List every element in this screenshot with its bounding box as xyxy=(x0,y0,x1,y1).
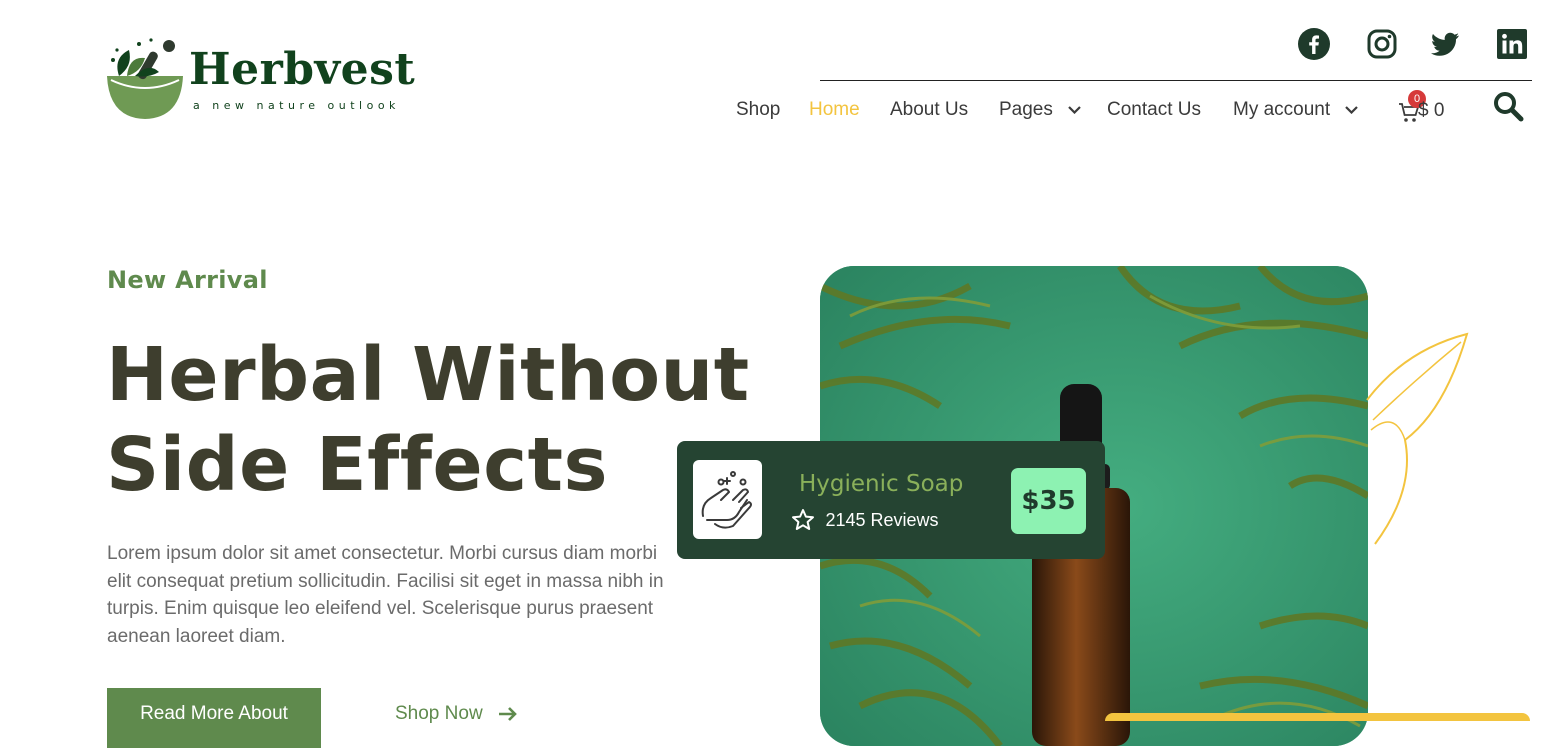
nav-item-my-account[interactable]: My account xyxy=(1233,97,1359,123)
nav-item-my-account-label: My account xyxy=(1233,99,1331,120)
logo-tagline: a new nature outlook xyxy=(193,99,400,112)
hero-eyebrow: New Arrival xyxy=(107,266,268,294)
search-icon[interactable] xyxy=(1492,90,1524,122)
cart-button[interactable]: 0 $ 0 xyxy=(1398,90,1458,126)
hero-description: Lorem ipsum dolor sit amet consectetur. … xyxy=(107,543,664,647)
cart-total: $ 0 xyxy=(1418,100,1445,121)
nav-item-home[interactable]: Home xyxy=(809,97,860,123)
product-title: Hygienic Soap xyxy=(799,471,964,497)
nav-item-pages[interactable]: Pages xyxy=(999,97,1081,123)
hero-headline-line-1: Herbal Without xyxy=(106,332,750,418)
logo-wordmark: Herbvest xyxy=(189,44,416,95)
linkedin-icon[interactable] xyxy=(1496,28,1528,60)
nav-item-contact-us[interactable]: Contact Us xyxy=(1107,97,1201,123)
chevron-down-icon xyxy=(1345,106,1359,114)
product-review-count: 2145 Reviews xyxy=(825,509,939,530)
product-reviews: 2145 Reviews xyxy=(791,508,939,532)
twitter-icon[interactable] xyxy=(1429,28,1461,60)
instagram-icon[interactable] xyxy=(1366,28,1398,60)
product-price-badge: $35 xyxy=(1011,468,1086,534)
leaf-outline-decoration xyxy=(1366,332,1469,545)
hero-headline-line-2: Side Effects xyxy=(106,422,608,508)
shop-now-label: Shop Now xyxy=(395,703,483,724)
nav-item-shop[interactable]: Shop xyxy=(736,97,780,123)
product-icon-box xyxy=(693,460,762,539)
chevron-down-icon xyxy=(1068,106,1081,114)
yellow-accent-bar xyxy=(1105,713,1530,721)
read-more-button[interactable]: Read More About xyxy=(107,688,321,748)
facebook-icon[interactable] xyxy=(1298,28,1330,60)
site-logo[interactable]: Herbvest a new nature outlook xyxy=(105,36,415,122)
featured-product-card[interactable]: Hygienic Soap 2145 Reviews $35 xyxy=(677,441,1105,559)
handwash-icon xyxy=(701,471,752,529)
nav-item-pages-label: Pages xyxy=(999,99,1053,120)
arrow-right-icon xyxy=(498,707,517,721)
nav-item-about-us[interactable]: About Us xyxy=(890,97,968,123)
shop-now-link[interactable]: Shop Now xyxy=(395,703,518,725)
mortar-pestle-logo-icon xyxy=(107,38,183,119)
star-icon xyxy=(792,509,814,530)
header-divider xyxy=(820,80,1532,81)
